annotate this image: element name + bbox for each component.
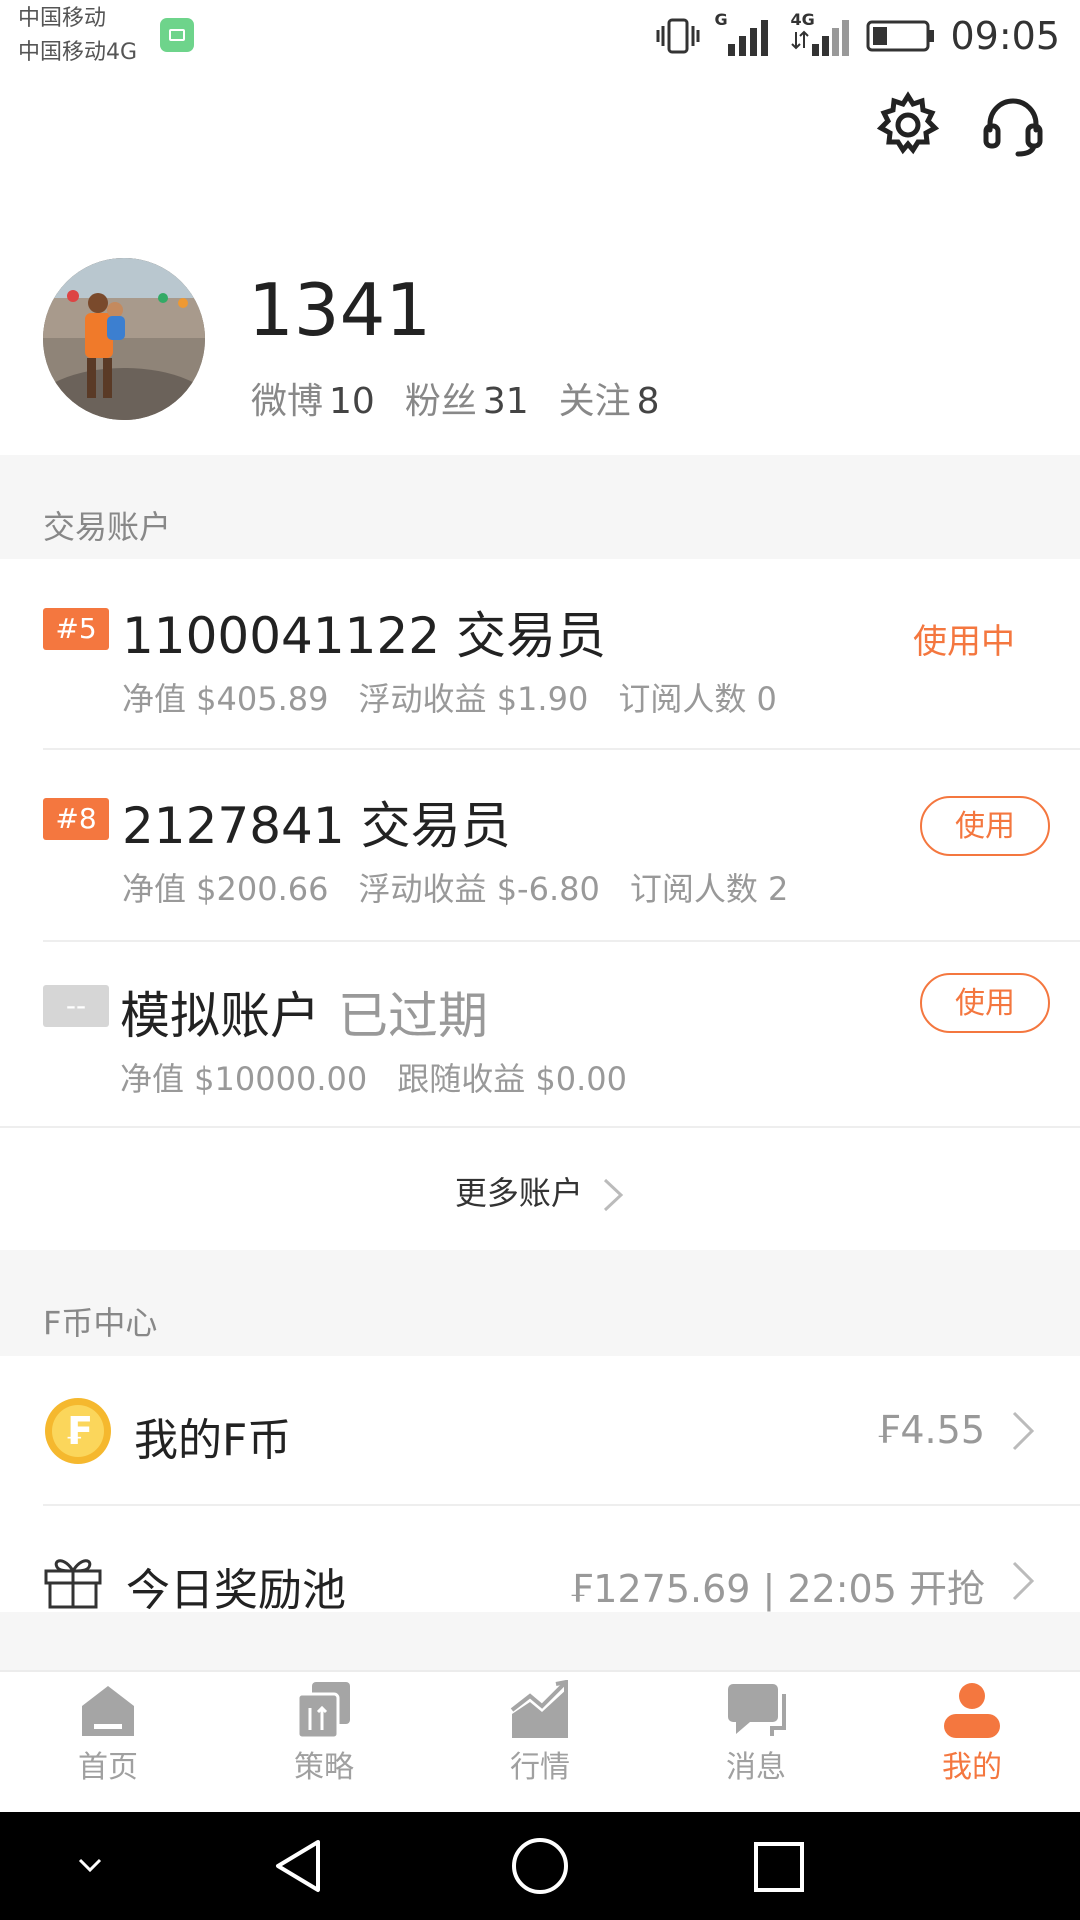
account-title[interactable]: 2127841 交易员 — [122, 786, 511, 858]
battery-icon — [866, 20, 935, 52]
tab-label: 行情 — [510, 1750, 570, 1785]
reward-pool-label[interactable]: 今日奖励池 — [126, 1554, 346, 1618]
chevron-right-icon — [604, 1178, 624, 1212]
tab-label: 首页 — [78, 1750, 138, 1785]
tab-label: 消息 — [726, 1750, 786, 1785]
my-fcoin-value: ₣4.55 — [876, 1408, 985, 1452]
work-profile-icon — [160, 18, 194, 52]
fcoin-section-label: F币中心 — [43, 1304, 158, 1342]
message-icon — [728, 1684, 786, 1736]
back-icon[interactable] — [272, 1838, 328, 1894]
account-subscribers: 订阅人数 0 — [618, 680, 777, 718]
stat-following[interactable]: 关注 8 — [559, 372, 660, 424]
account-name: 模拟账户 — [120, 987, 320, 1045]
use-account-button[interactable]: 使用 — [920, 973, 1050, 1033]
stat-weibo[interactable]: 微博 10 — [251, 372, 375, 424]
recents-square-icon[interactable] — [752, 1840, 806, 1894]
divider — [43, 940, 1080, 942]
network-type-4g: 4G — [790, 10, 815, 29]
carrier-name: 中国移动 — [18, 6, 107, 31]
profile-icon — [944, 1683, 1000, 1738]
expired-label: 已过期 — [338, 987, 488, 1045]
account-title[interactable]: 模拟账户 已过期 — [120, 976, 488, 1048]
account-details: 净值 $200.66 浮动收益 $-6.80 订阅人数 2 — [122, 864, 788, 910]
account-details: 净值 $10000.00 跟随收益 $0.00 — [120, 1054, 627, 1100]
profile-stats: 微博 10 粉丝 31 关注 8 — [251, 372, 660, 424]
home-circle-icon[interactable] — [510, 1836, 570, 1896]
signal-icon: G — [714, 10, 776, 58]
tab-label: 策略 — [294, 1750, 354, 1785]
chevron-right-icon[interactable] — [1008, 1408, 1038, 1454]
username: 1341 — [248, 268, 432, 352]
avatar-photo — [43, 258, 205, 420]
tab-messages[interactable]: 消息 — [648, 1680, 864, 1786]
carrier-name-4g: 中国移动4G — [18, 40, 138, 65]
account-title[interactable]: 1100041122 交易员 — [122, 596, 606, 668]
stat-label: 关注 — [558, 381, 631, 422]
status-time: 09:05 — [950, 14, 1060, 58]
trading-section-label: 交易账户 — [43, 508, 172, 546]
tab-market[interactable]: 行情 — [432, 1680, 648, 1786]
stat-fans[interactable]: 粉丝 31 — [405, 372, 529, 424]
system-navigation-bar — [0, 1812, 1080, 1920]
in-use-status: 使用中 — [913, 622, 1015, 662]
bottom-tab-bar: 首页 策略 行情 消息 我的 — [0, 1670, 1080, 1814]
account-net-value: 净值 $405.89 — [122, 680, 329, 718]
chevron-right-icon[interactable] — [1008, 1558, 1038, 1604]
settings-gear-icon[interactable] — [873, 90, 943, 160]
account-floating-profit: 浮动收益 $-6.80 — [358, 870, 600, 908]
network-type: G — [714, 10, 728, 29]
account-details: 净值 $405.89 浮动收益 $1.90 订阅人数 0 — [122, 674, 777, 720]
gift-icon — [44, 1559, 102, 1609]
account-follow-profit: 跟随收益 $0.00 — [397, 1060, 628, 1098]
divider — [0, 1126, 1080, 1128]
account-badge: #8 — [43, 798, 109, 840]
tab-home[interactable]: 首页 — [0, 1680, 216, 1786]
stat-value: 8 — [636, 381, 660, 422]
bottom-spacer — [0, 1612, 1080, 1670]
fcoin-glyph: ₣ — [64, 1409, 92, 1453]
account-net-value: 净值 $10000.00 — [120, 1060, 368, 1098]
home-icon — [82, 1686, 134, 1736]
more-accounts-label: 更多账户 — [454, 1174, 583, 1212]
account-floating-profit: 浮动收益 $1.90 — [358, 680, 589, 718]
stat-label: 粉丝 — [404, 381, 477, 422]
account-subscribers: 订阅人数 2 — [629, 870, 789, 908]
account-badge: #5 — [43, 608, 109, 650]
stat-value: 31 — [482, 381, 529, 422]
chevron-down-icon[interactable] — [74, 1850, 106, 1882]
fcoin-icon: ₣ — [45, 1398, 111, 1464]
stat-label: 微博 — [251, 381, 324, 422]
tab-profile[interactable]: 我的 — [864, 1680, 1080, 1786]
market-icon — [510, 1680, 568, 1738]
my-fcoin-label[interactable]: 我的F币 — [134, 1404, 291, 1468]
tab-strategy[interactable]: 策略 — [216, 1680, 432, 1786]
account-badge: -- — [43, 985, 109, 1027]
tab-label: 我的 — [942, 1750, 1002, 1785]
use-account-button[interactable]: 使用 — [920, 796, 1050, 856]
account-net-value: 净值 $200.66 — [122, 870, 329, 908]
stat-value: 10 — [329, 381, 375, 422]
divider — [43, 1504, 1080, 1506]
strategy-icon — [296, 1682, 350, 1740]
vibrate-icon — [656, 18, 700, 54]
reward-pool-value: ₣1275.69 | 22:05 开抢 — [569, 1567, 985, 1611]
signal-4g-icon: 4G — [790, 10, 852, 58]
avatar[interactable] — [43, 258, 205, 420]
customer-service-headset-icon[interactable] — [978, 90, 1048, 160]
more-accounts-link[interactable]: 更多账户 — [0, 1168, 1080, 1214]
divider — [43, 748, 1080, 750]
status-icons: G 4G 09:05 — [656, 10, 1060, 62]
fcoin-section-header — [0, 1250, 1080, 1356]
